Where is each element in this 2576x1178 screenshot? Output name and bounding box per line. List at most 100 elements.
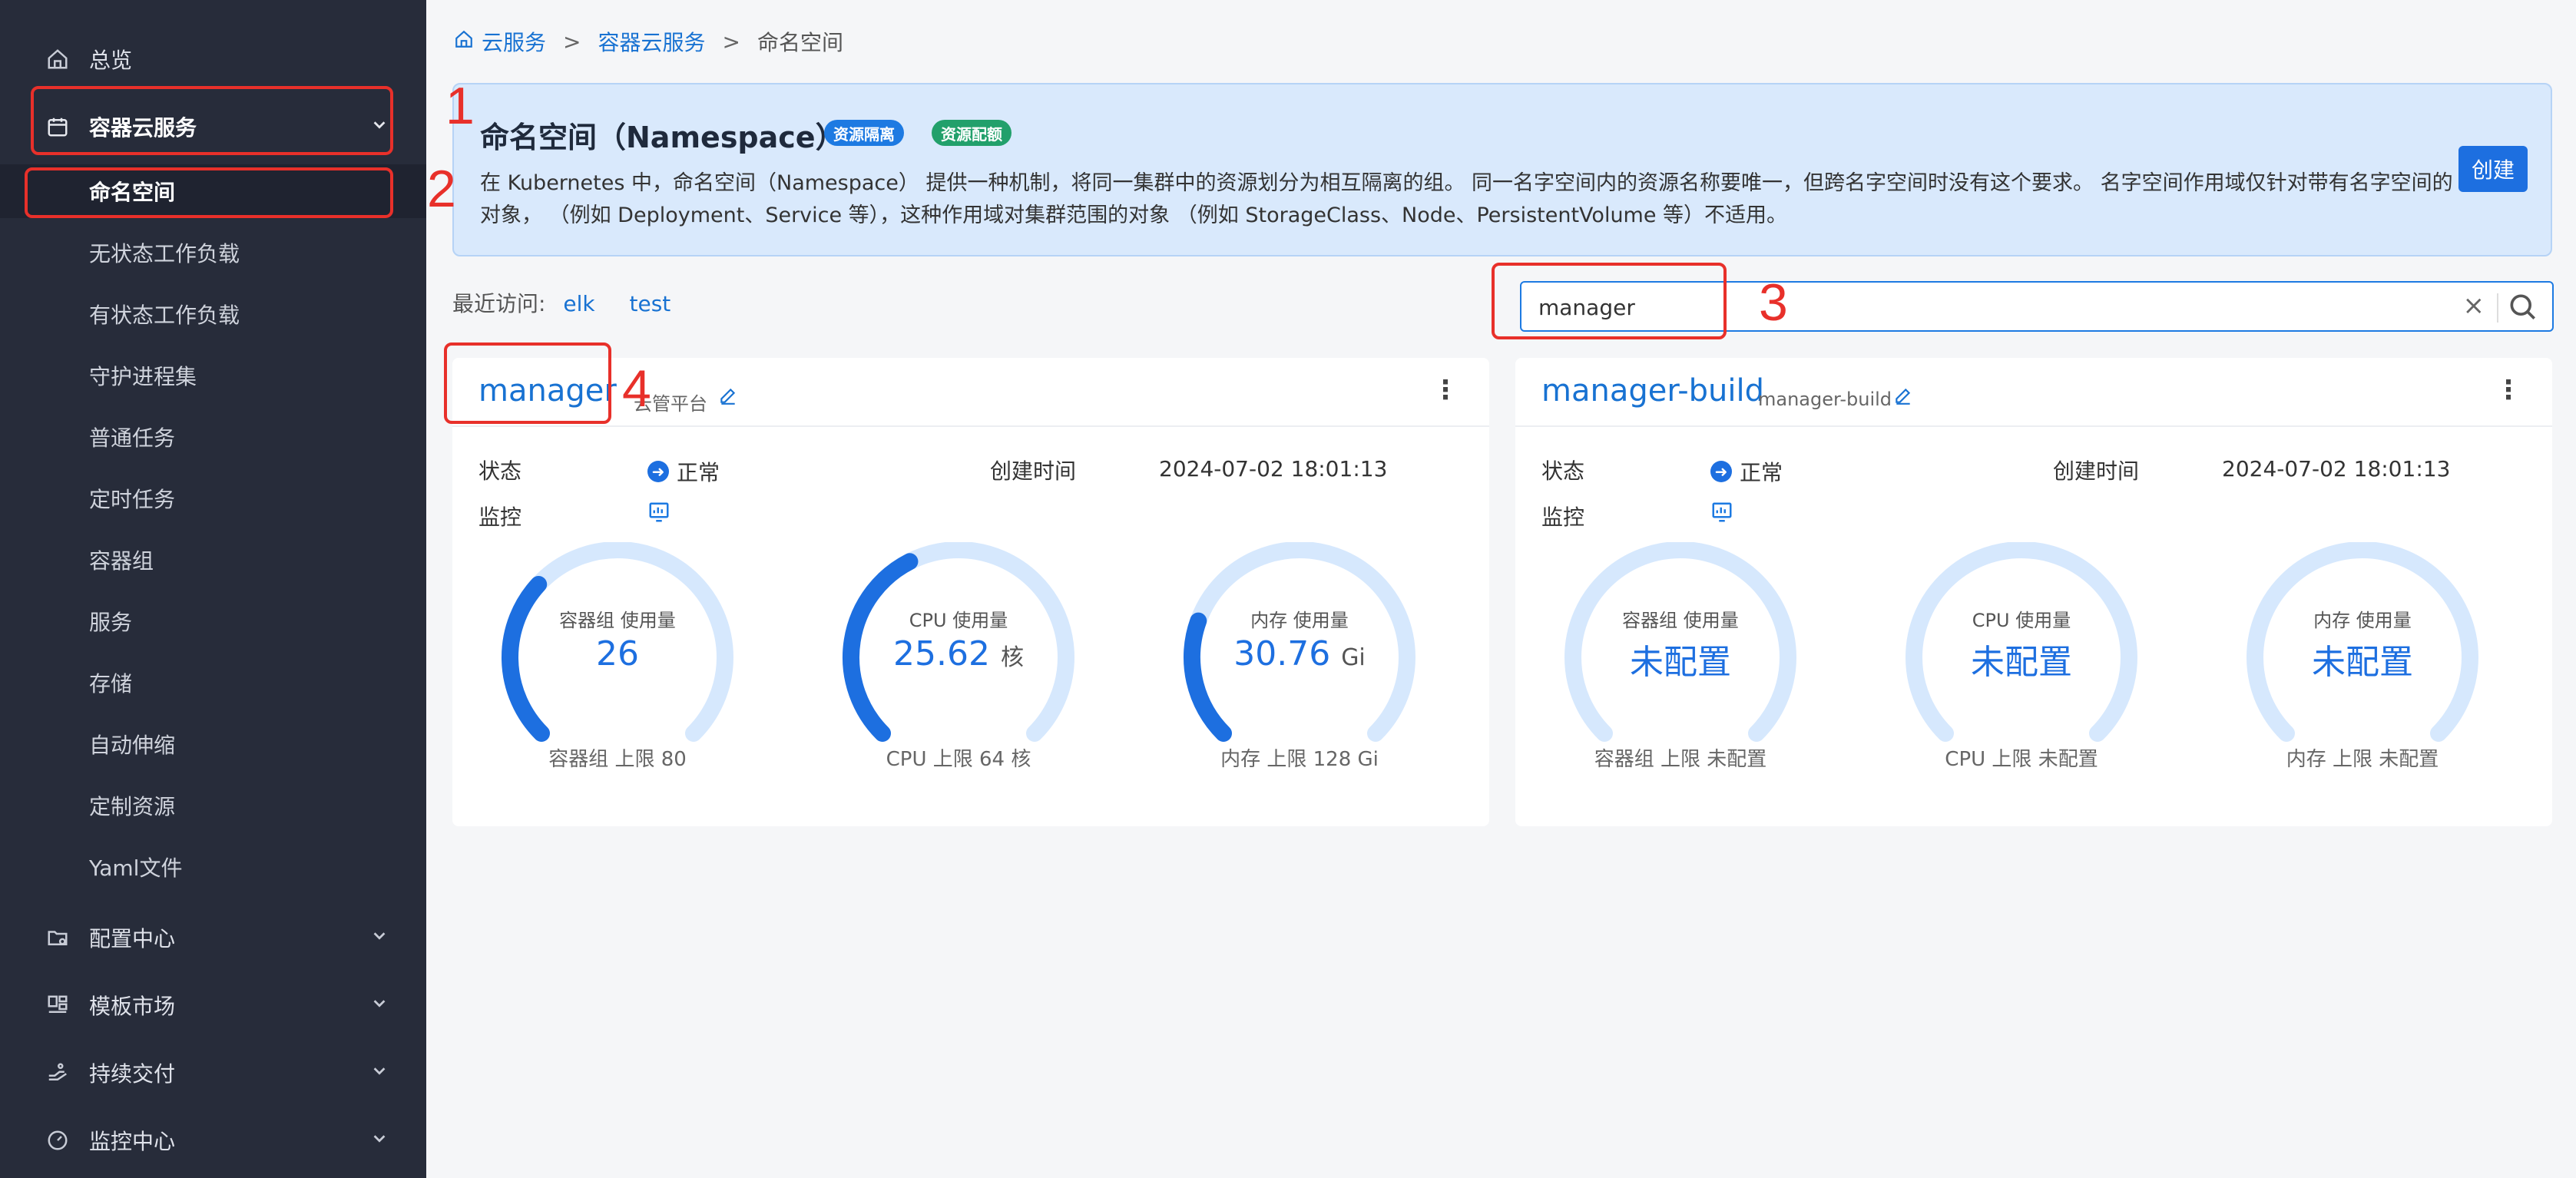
gauge-limit: 容器组 上限 未配置 xyxy=(1594,748,1767,771)
breadcrumb-container-service[interactable]: 容器云服务 xyxy=(598,26,705,57)
created-time: 2024-07-02 18:01:13 xyxy=(1159,456,1388,481)
card-divider xyxy=(1515,425,2552,427)
gauge-value: 30.76 Gi xyxy=(1173,634,1426,673)
breadcrumb-cloud-service[interactable]: 云服务 xyxy=(482,26,546,57)
sidebar-item-label: 存储 xyxy=(89,671,133,697)
gauge-pods: 容器组 使用量 未配置 容器组 上限 未配置 xyxy=(1554,542,1807,773)
annotation-number-2: 2 xyxy=(427,160,456,218)
sidebar-item-stateless[interactable]: 无状态工作负载 xyxy=(0,226,426,280)
sidebar-item-label: 无状态工作负载 xyxy=(89,241,240,266)
gauge-cpu: CPU 使用量 未配置 CPU 上限 未配置 xyxy=(1895,542,2148,773)
gauge-number: 未配置 xyxy=(1630,643,1731,682)
breadcrumb-separator: > xyxy=(563,28,581,55)
monitor-label: 监控 xyxy=(478,505,522,530)
gauge-title: CPU 使用量 xyxy=(909,610,1008,631)
folder-settings-icon xyxy=(45,925,71,951)
sidebar-item-template-market[interactable]: 模板市场 xyxy=(0,978,426,1032)
status-badge: ➜ 正常 xyxy=(1710,456,1783,487)
created-time: 2024-07-02 18:01:13 xyxy=(2222,456,2451,481)
gauge-title: 容器组 使用量 xyxy=(1622,610,1739,631)
recent-link-elk[interactable]: elk xyxy=(563,291,594,316)
sidebar-item-autoscale[interactable]: 自动伸缩 xyxy=(0,717,426,771)
sidebar-item-pods[interactable]: 容器组 xyxy=(0,533,426,587)
monitor-label: 监控 xyxy=(1541,505,1585,530)
sidebar-item-stateful[interactable]: 有状态工作负载 xyxy=(0,287,426,341)
info-banner: 命名空间（Namespace） 资源隔离 资源配额 在 Kubernetes 中… xyxy=(452,83,2552,256)
sidebar-item-storage[interactable]: 存储 xyxy=(0,656,426,710)
gauge-title: CPU 使用量 xyxy=(1972,610,2071,631)
annotation-number-4: 4 xyxy=(622,359,651,418)
chevron-down-icon xyxy=(371,994,388,1016)
sidebar-item-cronjob[interactable]: 定时任务 xyxy=(0,472,426,525)
gauge-memory: 内存 使用量 30.76 Gi 内存 上限 128 Gi xyxy=(1173,542,1426,773)
sidebar-item-config-center[interactable]: 配置中心 xyxy=(0,911,426,965)
sidebar-item-label: 定时任务 xyxy=(89,487,176,512)
home-icon xyxy=(454,29,474,55)
sidebar-item-continuous-delivery[interactable]: 持续交付 xyxy=(0,1046,426,1100)
breadcrumb-current: 命名空间 xyxy=(757,30,843,55)
tag-resource-isolation: 资源隔离 xyxy=(824,120,904,146)
chevron-down-icon xyxy=(371,1062,388,1084)
chart-icon[interactable] xyxy=(647,501,670,529)
card-divider xyxy=(452,425,1489,427)
gauge-value: 未配置 xyxy=(1554,634,1807,683)
dashboard-icon xyxy=(45,1127,71,1153)
sidebar-item-label: 模板市场 xyxy=(89,994,176,1019)
sidebar-item-service[interactable]: 服务 xyxy=(0,594,426,648)
sidebar-item-custom-resource[interactable]: 定制资源 xyxy=(0,779,426,832)
sidebar-item-label: 持续交付 xyxy=(89,1061,176,1087)
gauge-value: 未配置 xyxy=(1895,634,2148,683)
status-badge: ➜ 正常 xyxy=(647,456,720,487)
create-button[interactable]: 创建 xyxy=(2458,146,2528,192)
sidebar-item-overview[interactable]: 总览 xyxy=(0,32,426,86)
edit-icon[interactable] xyxy=(718,385,738,411)
tag-resource-quota: 资源配额 xyxy=(932,120,1012,146)
gauge-number: 26 xyxy=(596,634,639,673)
status-text: 正常 xyxy=(1740,460,1783,485)
recent-label: 最近访问: xyxy=(452,291,546,316)
chart-icon[interactable] xyxy=(1710,501,1733,529)
gauge-unit: 核 xyxy=(1000,644,1024,671)
search-icon[interactable] xyxy=(2506,290,2540,324)
page-title: 命名空间（Namespace） xyxy=(480,121,845,154)
sidebar-item-label: 定制资源 xyxy=(89,794,176,819)
gauge-value: 25.62 核 xyxy=(832,634,1085,673)
gauge-number: 30.76 xyxy=(1233,634,1331,673)
sidebar-item-label: 容器组 xyxy=(89,548,154,574)
sidebar-item-label: Yaml文件 xyxy=(89,855,183,881)
annotation-box-1 xyxy=(31,86,393,155)
gauge-title: 内存 使用量 xyxy=(2313,610,2412,631)
sidebar-item-job[interactable]: 普通任务 xyxy=(0,410,426,464)
edit-icon[interactable] xyxy=(1893,385,1913,411)
sidebar-item-label: 普通任务 xyxy=(89,425,176,451)
sidebar-item-yaml[interactable]: Yaml文件 xyxy=(0,840,426,894)
gauge-value: 26 xyxy=(491,634,744,673)
more-options-icon[interactable]: ⋮ xyxy=(2495,375,2521,405)
namespace-card-manager-build: manager-build manager-build ⋮ 状态 ➜ 正常 创建… xyxy=(1515,358,2552,826)
sidebar-item-label: 有状态工作负载 xyxy=(89,303,240,328)
search-divider xyxy=(2497,293,2498,323)
sidebar-item-daemonset[interactable]: 守护进程集 xyxy=(0,349,426,402)
namespace-card-manager: manager 云管平台 ⋮ 状态 ➜ 正常 创建时间 2024-07-02 1… xyxy=(452,358,1489,826)
namespace-name-link[interactable]: manager-build xyxy=(1541,373,1764,409)
sidebar-item-label: 配置中心 xyxy=(89,926,176,951)
created-label: 创建时间 xyxy=(990,458,1077,484)
gauge-limit: 容器组 上限 80 xyxy=(548,748,687,771)
sidebar-item-label: 总览 xyxy=(89,48,133,73)
recent-link-test[interactable]: test xyxy=(629,291,670,316)
gauge-number: 未配置 xyxy=(1971,643,2072,682)
sidebar-item-monitor-center[interactable]: 监控中心 xyxy=(0,1113,426,1167)
arrow-right-icon: ➜ xyxy=(647,461,669,482)
annotation-number-1: 1 xyxy=(445,77,475,135)
sidebar-item-label: 自动伸缩 xyxy=(89,733,176,758)
more-options-icon[interactable]: ⋮ xyxy=(1432,375,1459,405)
breadcrumb: 云服务 > 容器云服务 > 命名空间 xyxy=(454,26,843,57)
delivery-icon xyxy=(45,1060,71,1086)
created-label: 创建时间 xyxy=(2053,458,2140,484)
gauge-cpu: CPU 使用量 25.62 核 CPU 上限 64 核 xyxy=(832,542,1085,773)
gauge-value: 未配置 xyxy=(2236,634,2489,683)
close-icon[interactable]: × xyxy=(2463,290,2485,321)
gauge-memory: 内存 使用量 未配置 内存 上限 未配置 xyxy=(2236,542,2489,773)
status-label: 状态 xyxy=(478,458,522,484)
annotation-box-3 xyxy=(1492,263,1727,339)
